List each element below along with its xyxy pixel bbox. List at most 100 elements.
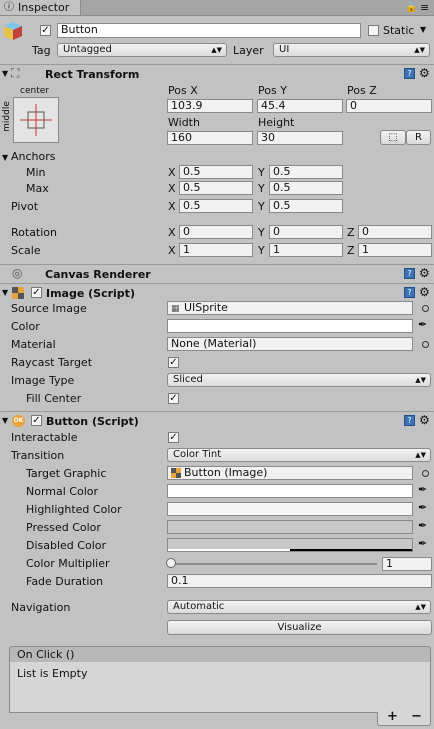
eyedropper-icon[interactable]: ✒ (418, 502, 427, 514)
transition-dropdown[interactable]: Color Tint ▲▼ (167, 448, 431, 462)
gear-icon[interactable]: ⚙ (419, 67, 430, 79)
onclick-footer: + − (377, 710, 431, 726)
help-book-icon[interactable]: ? (404, 287, 415, 298)
menu-icon[interactable]: ≡ (420, 0, 429, 15)
image-type-label: Image Type (11, 374, 75, 387)
rotation-z-field[interactable]: 0 (358, 225, 432, 239)
pressed-color-label: Pressed Color (26, 521, 101, 534)
pivot-y-field[interactable]: 0.5 (269, 199, 343, 213)
color-multiplier-slider-track[interactable] (170, 563, 377, 565)
scale-z-field[interactable]: 1 (358, 243, 432, 257)
layer-dropdown[interactable]: UI ▲▼ (273, 43, 430, 57)
source-image-label: Source Image (11, 302, 87, 315)
axis-y-label: Y (258, 244, 265, 257)
image-enabled-checkbox[interactable]: ✓ (31, 287, 42, 298)
eyedropper-icon[interactable]: ✒ (418, 484, 427, 496)
scale-x-field[interactable]: 1 (179, 243, 253, 257)
alpha-bar-black (290, 549, 412, 551)
pressed-color-field[interactable] (167, 520, 413, 534)
button-enabled-checkbox[interactable]: ✓ (31, 415, 42, 426)
rotation-x-field[interactable]: 0 (179, 225, 253, 239)
expand-triangle-icon[interactable]: ▼ (2, 69, 8, 79)
tab-bar: ⓘ Inspector 🔒 ≡ (0, 0, 434, 16)
material-field[interactable]: None (Material) (167, 337, 413, 351)
normal-color-field[interactable] (167, 484, 413, 498)
image-type-dropdown[interactable]: Sliced ▲▼ (167, 373, 431, 387)
color-field[interactable] (167, 319, 413, 333)
object-picker-icon[interactable] (422, 470, 429, 477)
chevron-icon: ▲▼ (415, 376, 426, 384)
axis-y-label: Y (258, 182, 265, 195)
gear-icon[interactable]: ⚙ (419, 414, 430, 426)
help-book-icon[interactable]: ? (404, 68, 415, 79)
axis-x-label: X (168, 244, 176, 257)
eyedropper-icon[interactable]: ✒ (418, 319, 427, 331)
active-checkbox[interactable]: ✓ (40, 25, 51, 36)
normal-color-label: Normal Color (26, 485, 99, 498)
posz-field[interactable]: 0 (346, 99, 432, 113)
posx-field[interactable]: 103.9 (167, 99, 253, 113)
scale-y-field[interactable]: 1 (269, 243, 343, 257)
canvas-renderer-header[interactable]: ◎ Canvas Renderer ? ⚙ (0, 264, 434, 282)
onclick-list: List is Empty (9, 662, 431, 713)
rotation-y-field[interactable]: 0 (269, 225, 343, 239)
interactable-checkbox[interactable]: ✓ (168, 432, 179, 443)
tab-inspector[interactable]: ⓘ Inspector (0, 0, 81, 15)
eyedropper-icon[interactable]: ✒ (418, 538, 427, 550)
object-picker-icon[interactable] (422, 341, 429, 348)
highlighted-color-field[interactable] (167, 502, 413, 516)
object-picker-icon[interactable] (422, 305, 429, 312)
source-image-field[interactable]: ▦ UISprite (167, 301, 413, 315)
expand-triangle-icon[interactable]: ▼ (2, 416, 8, 426)
static-checkbox[interactable] (368, 25, 379, 36)
navigation-value: Automatic (173, 601, 225, 612)
help-book-icon[interactable]: ? (404, 415, 415, 426)
anchors-label: Anchors (11, 150, 56, 163)
min-label: Min (26, 166, 46, 179)
fill-center-checkbox[interactable]: ✓ (168, 393, 179, 404)
blueprint-mode-button[interactable]: ⬚ (380, 130, 406, 145)
lock-icon[interactable]: 🔒 (405, 0, 417, 15)
expand-triangle-icon[interactable]: ▼ (2, 288, 8, 298)
gear-icon[interactable]: ⚙ (419, 286, 430, 298)
fade-duration-field[interactable]: 0.1 (167, 574, 432, 588)
transition-label: Transition (11, 449, 65, 462)
axis-x-label: X (168, 182, 176, 195)
chevron-icon: ▲▼ (415, 603, 426, 611)
tab-title: Inspector (18, 1, 70, 14)
anchors-triangle-icon[interactable]: ▼ (2, 153, 8, 163)
anchor-presets-button[interactable] (13, 97, 59, 143)
add-listener-button[interactable]: + (387, 710, 398, 724)
pivot-x-field[interactable]: 0.5 (179, 199, 253, 213)
navigation-dropdown[interactable]: Automatic ▲▼ (167, 600, 431, 614)
raw-edit-button[interactable]: R (406, 130, 431, 145)
object-name-input[interactable]: Button (57, 23, 361, 38)
posy-field[interactable]: 45.4 (257, 99, 343, 113)
help-book-icon[interactable]: ? (404, 268, 415, 279)
color-label: Color (11, 320, 40, 333)
static-dropdown-icon[interactable]: ▼ (420, 25, 426, 34)
anchor-max-x-field[interactable]: 0.5 (179, 181, 253, 195)
width-field[interactable]: 160 (167, 131, 253, 145)
raycast-target-checkbox[interactable]: ✓ (168, 357, 179, 368)
button-component-header[interactable]: ▼ OK ✓ Button (Script) ? ⚙ (0, 411, 434, 429)
remove-listener-button[interactable]: − (411, 710, 422, 724)
anchor-vertical-label: middle (1, 101, 12, 132)
anchor-max-y-field[interactable]: 0.5 (269, 181, 343, 195)
chevron-icon: ▲▼ (414, 46, 425, 54)
anchor-min-y-field[interactable]: 0.5 (269, 165, 343, 179)
eyedropper-icon[interactable]: ✒ (418, 520, 427, 532)
tag-dropdown[interactable]: Untagged ▲▼ (57, 43, 227, 57)
disabled-color-field[interactable] (167, 538, 413, 552)
gear-icon[interactable]: ⚙ (419, 267, 430, 279)
color-multiplier-field[interactable]: 1 (382, 557, 432, 571)
rect-transform-header[interactable]: ▼ ⛶ Rect Transform ? ⚙ (0, 64, 434, 82)
disabled-color-label: Disabled Color (26, 539, 107, 552)
anchor-min-x-field[interactable]: 0.5 (179, 165, 253, 179)
color-multiplier-slider-thumb[interactable] (166, 558, 176, 568)
axis-x-label: X (168, 200, 176, 213)
visualize-button[interactable]: Visualize (167, 620, 432, 635)
target-graphic-field[interactable]: Button (Image) (167, 466, 413, 480)
image-component-header[interactable]: ▼ ✓ Image (Script) ? ⚙ (0, 283, 434, 301)
height-field[interactable]: 30 (257, 131, 343, 145)
